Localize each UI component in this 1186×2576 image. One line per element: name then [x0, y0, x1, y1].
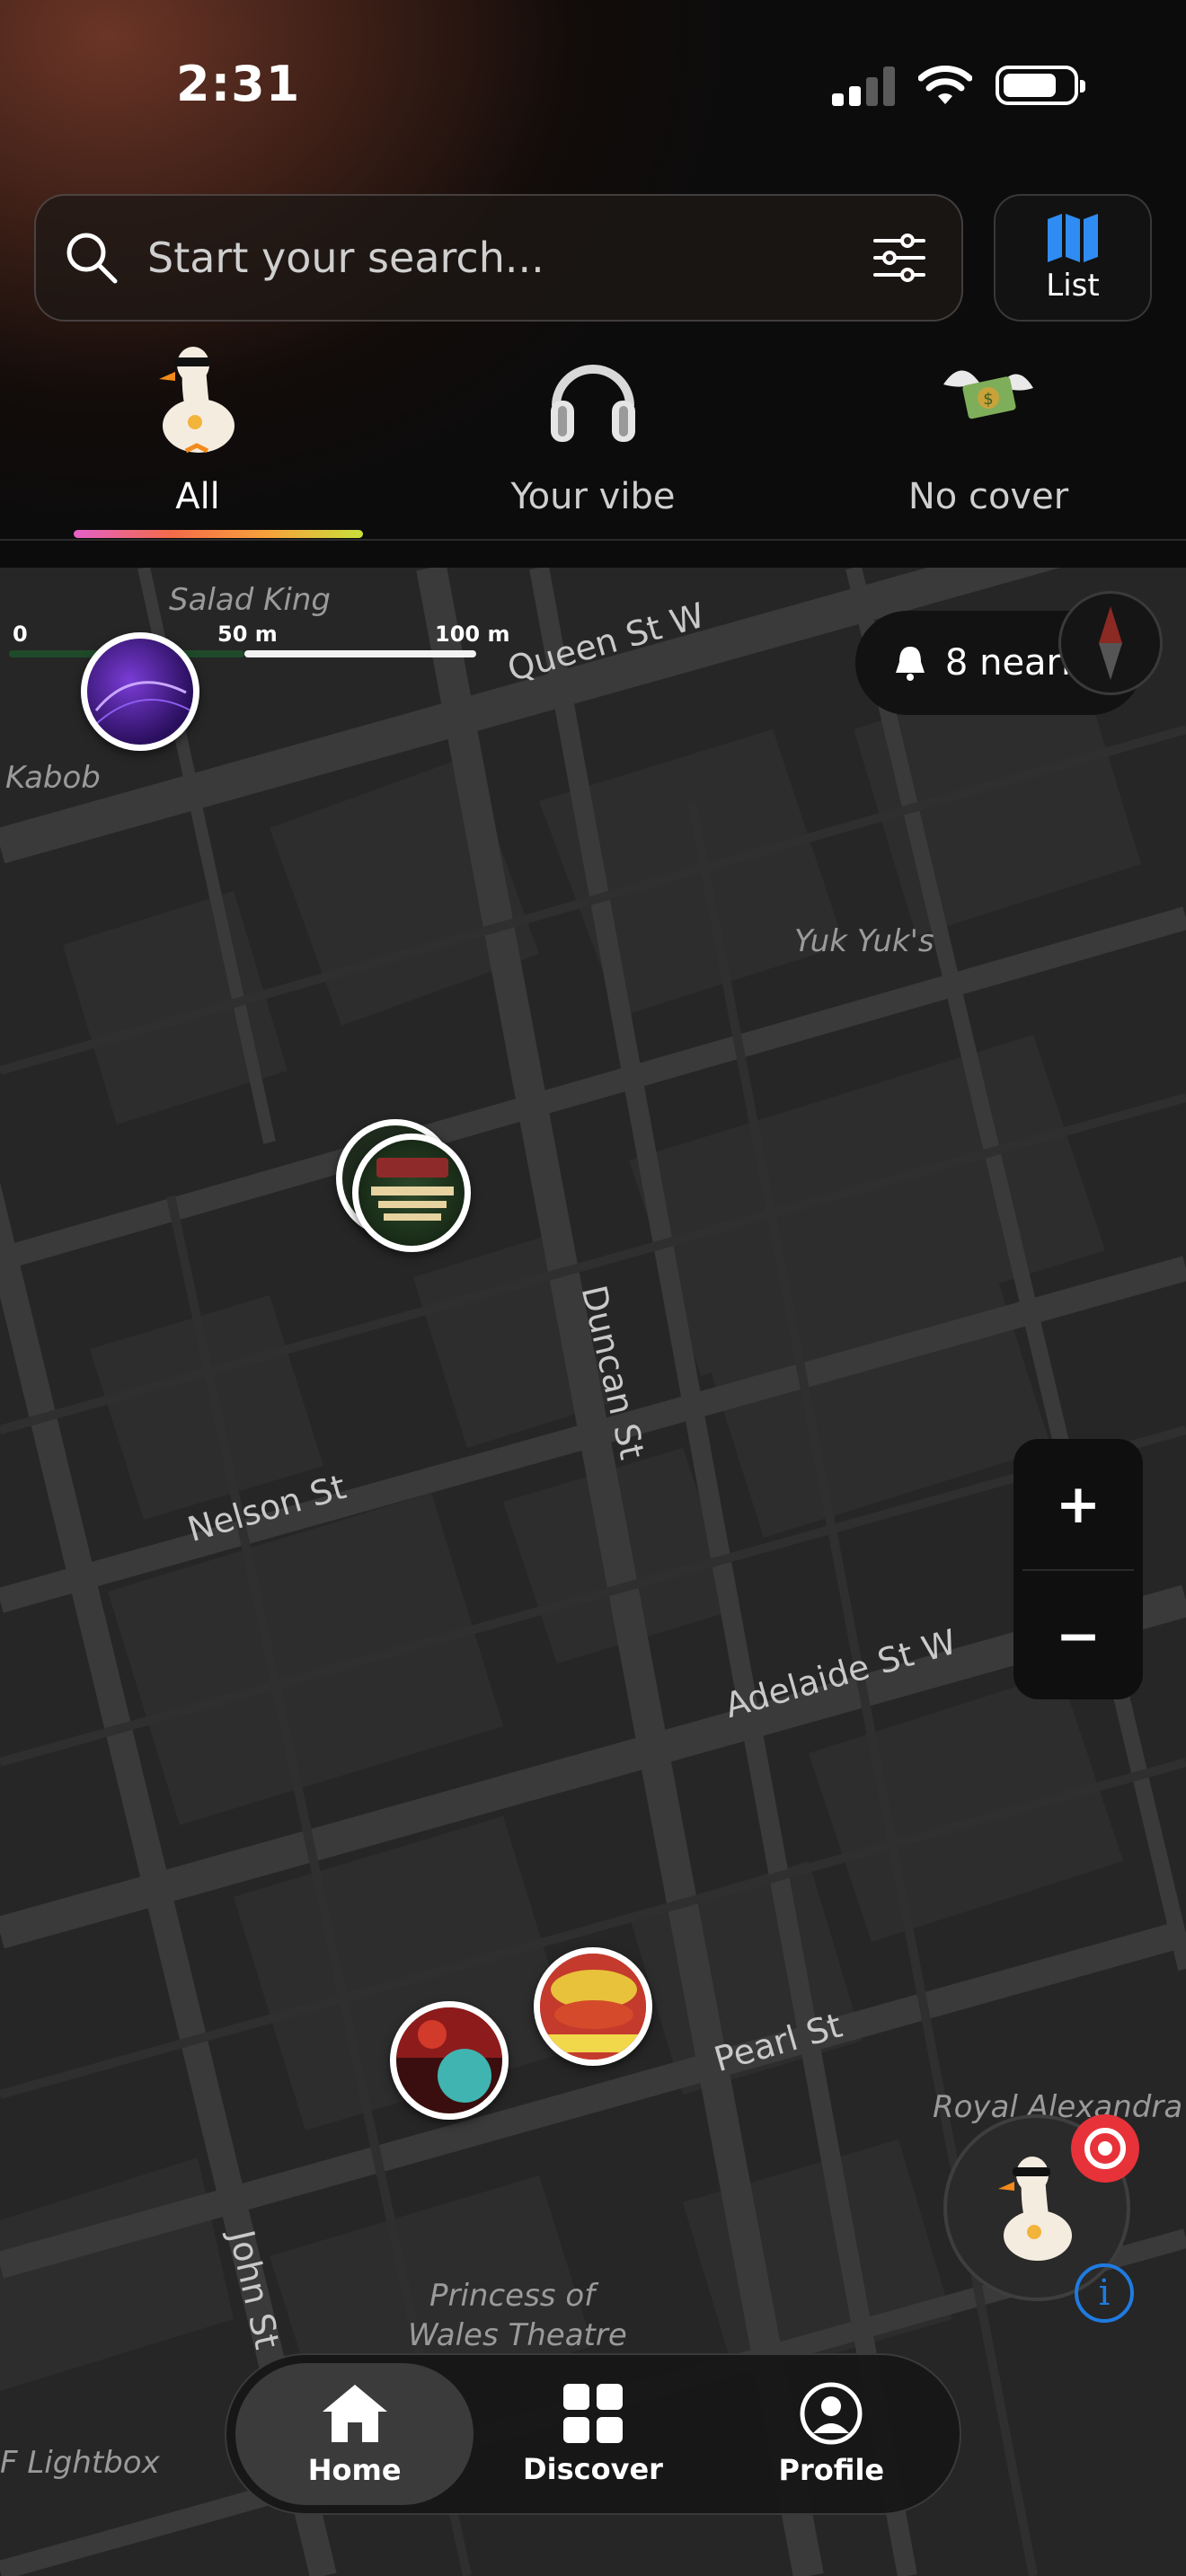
active-tab-indicator [74, 530, 363, 538]
scale-label-end: 100 m [435, 622, 510, 647]
category-tabs: All Your vibe $ No cover [0, 331, 1186, 539]
tab-no-cover-label: No cover [907, 476, 1069, 517]
grid-icon [562, 2384, 623, 2443]
compass-icon[interactable] [1058, 591, 1163, 695]
bottom-navigation: Home Discover Profile [225, 2353, 961, 2515]
scale-label-mid: 50 m [217, 622, 278, 647]
wifi-icon [918, 66, 972, 104]
tab-all-label: All [175, 476, 220, 517]
zoom-in-button[interactable]: + [1013, 1439, 1143, 1569]
goose-avatar-icon [998, 2157, 1072, 2261]
map-scale-bar: 0 50 m 100 m [9, 595, 512, 657]
map-view[interactable]: Queen St W Duncan St Nelson St Adelaide … [0, 568, 1186, 2576]
scale-label-zero: 0 [13, 622, 28, 647]
svg-text:$: $ [983, 390, 993, 409]
cellular-signal-icon [832, 65, 895, 106]
nav-profile[interactable]: Profile [712, 2363, 951, 2505]
filter-sliders-icon[interactable] [872, 230, 927, 286]
nav-profile-label: Profile [778, 2453, 885, 2487]
event-pin[interactable] [534, 1947, 652, 2066]
nav-discover[interactable]: Discover [474, 2363, 712, 2505]
money-wings-icon: $ [934, 331, 1042, 465]
home-icon [322, 2385, 387, 2442]
header-divider [0, 539, 1186, 541]
poi-label-lightbox: F Lightbox [0, 2445, 160, 2481]
tab-your-vibe[interactable]: Your vibe [395, 331, 791, 539]
status-icons [832, 65, 1085, 106]
tab-your-vibe-label: Your vibe [510, 476, 676, 517]
header: 2:31 List [0, 0, 1186, 568]
scale-bar-segment-light [244, 650, 476, 657]
zoom-controls: + − [1013, 1439, 1143, 1699]
map-icon [1048, 214, 1098, 262]
profile-icon [800, 2382, 863, 2445]
poi-label-kabob: Kabob [5, 760, 101, 796]
list-button-label: List [1046, 268, 1100, 304]
search-icon [66, 233, 118, 284]
headphones-icon [544, 331, 642, 465]
poi-label-yuk-yuks: Yuk Yuk's [794, 923, 934, 959]
map-info-icon[interactable]: i [1075, 2263, 1134, 2323]
status-time: 2:31 [176, 56, 301, 112]
event-pin[interactable] [352, 1134, 471, 1252]
search-bar[interactable] [34, 194, 963, 322]
tab-no-cover[interactable]: $ No cover [791, 331, 1186, 539]
target-icon[interactable] [1071, 2114, 1139, 2183]
nav-home-label: Home [307, 2453, 402, 2487]
bell-icon [895, 647, 925, 681]
poi-label-princess-of-wales-2: Wales Theatre [408, 2317, 627, 2353]
zoom-out-button[interactable]: − [1013, 1571, 1143, 1701]
tab-all[interactable]: All [0, 331, 395, 539]
event-pin[interactable] [81, 632, 199, 751]
nav-home[interactable]: Home [235, 2363, 474, 2505]
search-input[interactable] [147, 234, 872, 282]
goose-mascot-icon [148, 331, 247, 465]
poi-label-princess-of-wales-1: Princess of [429, 2278, 596, 2314]
event-pin[interactable] [390, 2001, 509, 2120]
nav-discover-label: Discover [523, 2452, 663, 2486]
battery-icon [996, 66, 1085, 105]
list-view-button[interactable]: List [994, 194, 1152, 322]
